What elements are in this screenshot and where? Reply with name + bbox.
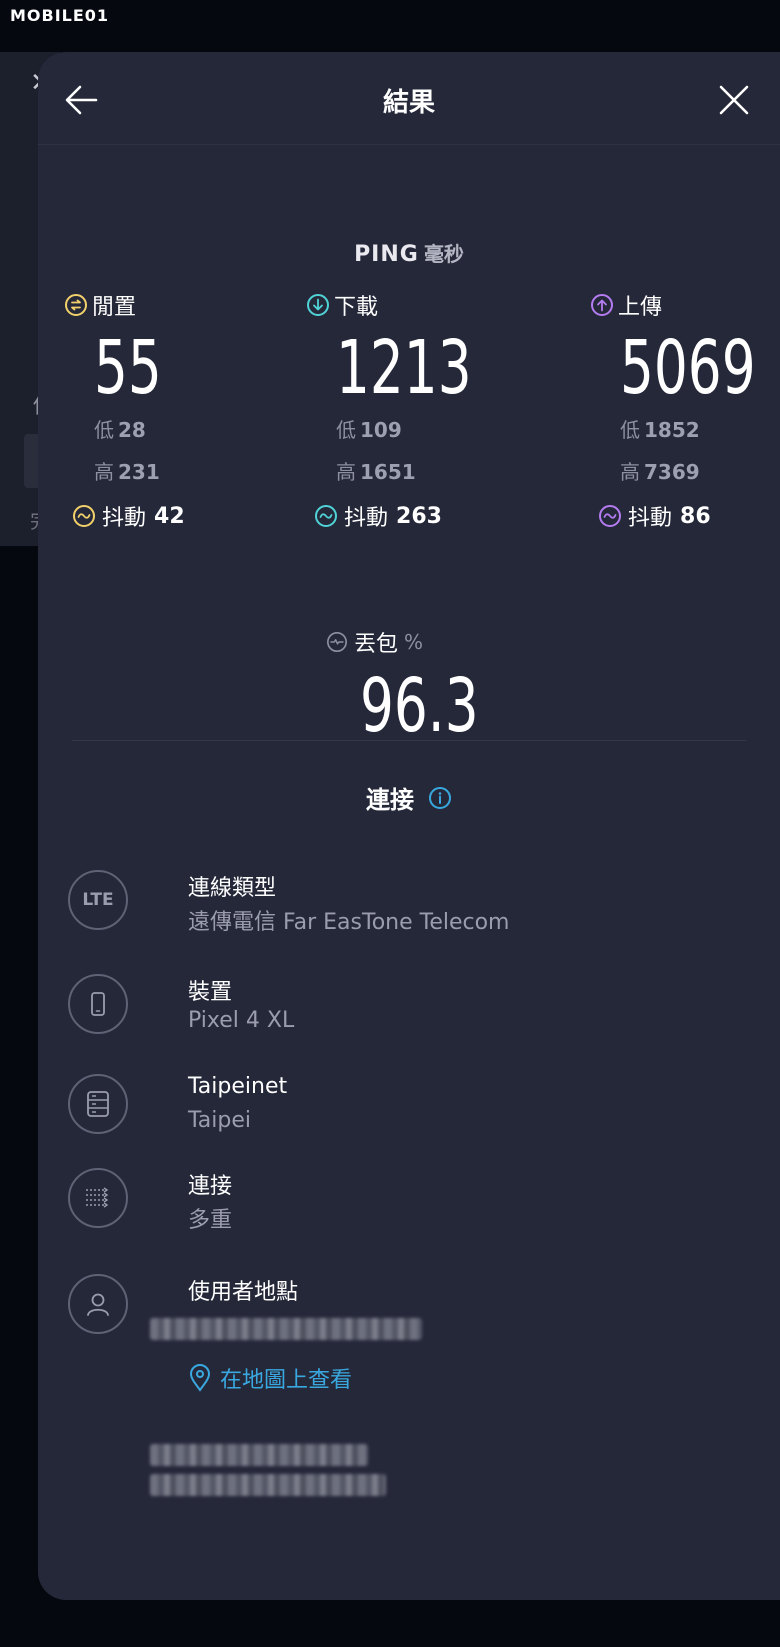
device-row: 裝置 Pixel 4 XL [68,974,748,1044]
metric-jitter: 抖動 86 [598,500,711,532]
jitter-label: 抖動 [102,506,147,531]
watermark-text: MOBILE01 [10,6,110,25]
packet-loss-label: 丟包 [354,632,399,657]
connection-heading: 連接 [38,780,780,815]
metric-jitter: 抖動 263 [314,500,442,532]
redacted-detail [150,1444,368,1466]
server-glyph [87,1091,109,1117]
metric-value: 1213 [336,325,472,411]
row-subtitle: 多重 [188,1208,233,1233]
packet-loss-icon [327,632,347,652]
row-title: 連線類型 [188,876,277,901]
row-subtitle: Taipei [188,1108,252,1133]
high-value: 231 [118,460,160,484]
phone-glyph [91,992,105,1016]
metric-label: 上傳 [618,295,663,320]
divider [72,740,746,741]
connection-heading-label: 連接 [366,786,414,814]
packet-loss-value: 96.3 [360,663,479,749]
row-title: Taipeinet [188,1074,288,1099]
low-label: 低 [620,418,640,442]
low-value: 109 [360,418,402,442]
low-label: 低 [94,418,114,442]
low-value: 28 [118,418,146,442]
close-button[interactable] [714,80,754,120]
row-title: 連接 [188,1174,233,1199]
info-icon[interactable] [428,786,452,810]
high-label: 高 [94,460,114,484]
high-value: 1651 [360,460,416,484]
jitter-icon [315,505,337,527]
redacted-location [150,1318,422,1340]
high-label: 高 [620,460,640,484]
metric-label: 下載 [334,295,379,320]
server-icon [68,1074,128,1134]
close-icon [719,85,749,115]
ping-label: PING [354,242,419,267]
metric-download: 下載 1213 低 109 高 1651 抖動 263 [306,290,546,531]
results-sheet: 結果 PING 毫秒 閒置 55 低 28 高 231 抖動 42 下載 121… [38,52,780,1600]
row-subtitle: 遠傳電信 Far EasTone Telecom [188,910,510,935]
header: 結果 [38,52,780,145]
idle-icon [65,294,87,316]
multi-connection-icon [68,1168,128,1228]
row-title: 裝置 [188,980,233,1005]
map-pin-icon [189,1364,211,1392]
packet-loss-unit: % [404,630,424,654]
ping-unit: 毫秒 [423,242,464,266]
metric-low: 低 28 [94,414,146,443]
user-icon [68,1274,128,1334]
jitter-icon [73,505,95,527]
multi-connection-glyph [86,1187,109,1208]
metric-value: 55 [94,325,162,411]
high-value: 7369 [644,460,700,484]
view-on-map-link[interactable]: 在地圖上查看 [188,1362,352,1394]
metric-idle: 閒置 55 低 28 高 231 抖動 42 [64,290,304,531]
lte-icon-text: LTE [82,890,114,910]
metric-high: 高 1651 [336,456,416,485]
jitter-icon [599,505,621,527]
low-value: 1852 [644,418,700,442]
row-subtitle: Pixel 4 XL [188,1008,295,1033]
view-on-map-label: 在地圖上查看 [220,1368,353,1393]
connection-type-row: LTE 連線類型 遠傳電信 Far EasTone Telecom [68,870,748,940]
row-title: 使用者地點 [188,1280,299,1305]
screen: ✕ 伺 完 MOBILE01 結果 PING 毫秒 [0,0,780,1647]
server-row: Taipeinet Taipei [68,1074,748,1144]
metric-label: 閒置 [92,295,137,320]
phone-icon [68,974,128,1034]
jitter-value: 263 [396,503,442,529]
jitter-label: 抖動 [628,506,673,531]
jitter-label: 抖動 [344,506,389,531]
low-label: 低 [336,418,356,442]
metric-jitter: 抖動 42 [72,500,185,532]
navigation-bar [0,1600,780,1647]
metric-high: 高 7369 [620,456,700,485]
page-title: 結果 [382,88,435,118]
upload-icon [591,294,613,316]
jitter-value: 86 [680,503,711,529]
metric-low: 低 1852 [620,414,700,443]
metric-high: 高 231 [94,456,160,485]
jitter-value: 42 [154,503,185,529]
high-label: 高 [336,460,356,484]
connection-mode-row: 連接 多重 [68,1168,748,1238]
ping-heading: PING 毫秒 [38,238,780,267]
metric-low: 低 109 [336,414,402,443]
metric-upload: 上傳 5069 低 1852 高 7369 抖動 86 [590,290,780,531]
packet-loss: 丟包 % 96.3 [326,626,526,746]
lte-icon: LTE [68,870,128,930]
user-glyph [87,1293,109,1316]
redacted-detail [150,1474,386,1496]
download-icon [307,294,329,316]
metric-value: 5069 [620,325,756,411]
watermark-logo: MOBILE01 [10,6,109,25]
